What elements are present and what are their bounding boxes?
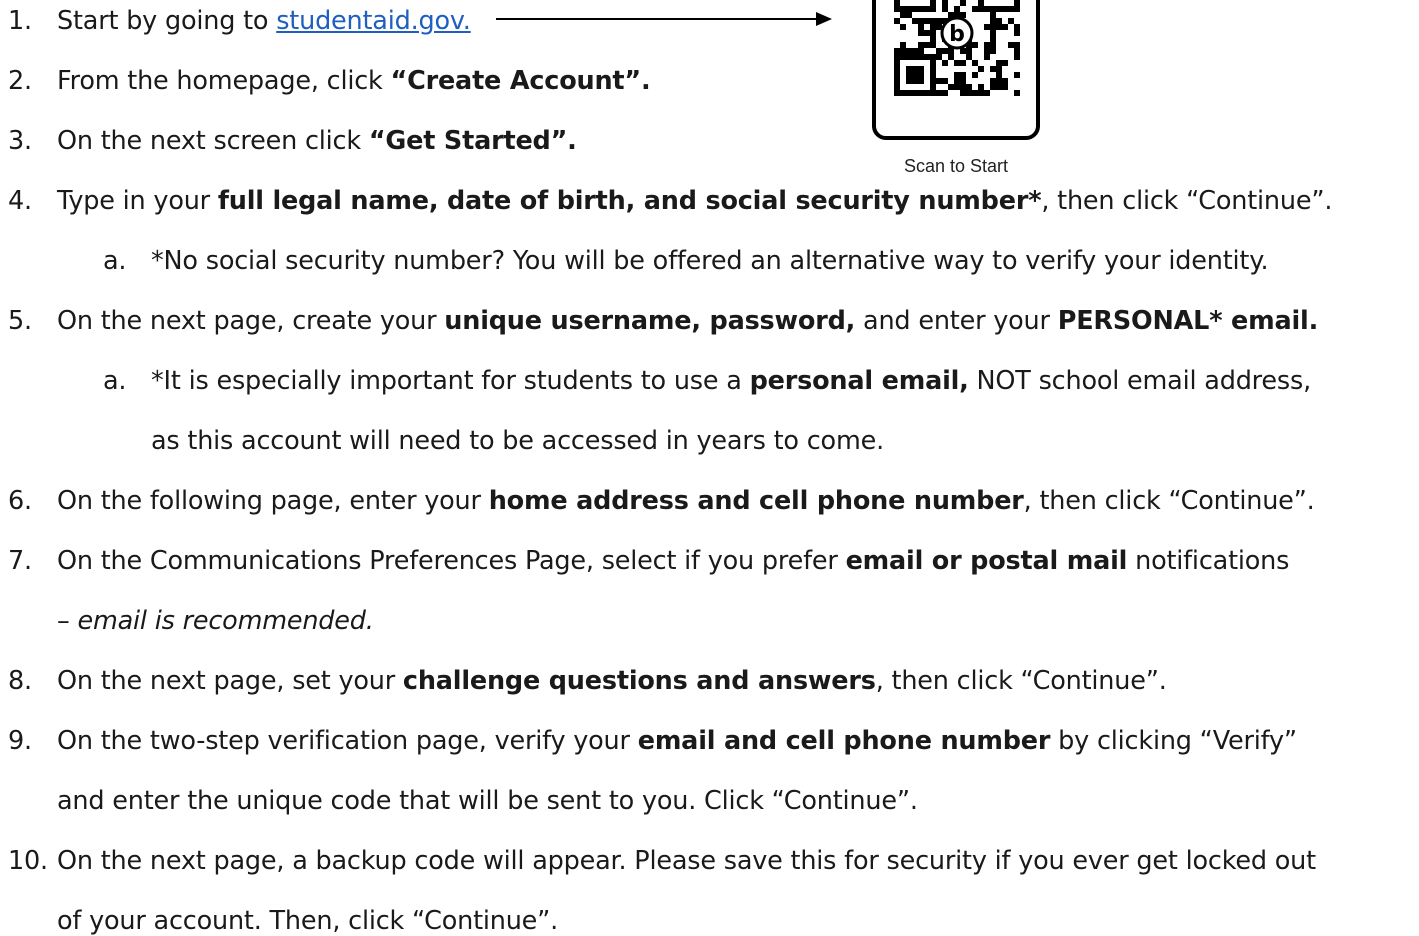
step-number: a. [103, 366, 127, 396]
plain-text: and enter your [855, 306, 1058, 336]
plain-text: On the Communications Preferences Page, … [57, 546, 846, 576]
plain-text: , then click “Continue”. [875, 666, 1167, 696]
emphasis-text: PERSONAL* email. [1057, 306, 1319, 336]
plain-text: Start by going to [57, 6, 277, 36]
plain-text: , then click “Continue”. [1023, 486, 1315, 516]
step-number: 4. [8, 186, 32, 216]
plain-text: , then click “Continue”. [1041, 186, 1333, 216]
step-number: a. [103, 246, 127, 276]
emphasis-text: “Create Account”. [390, 66, 651, 96]
svg-text:b: b [949, 22, 965, 47]
emphasis-text: email and cell phone number [637, 726, 1051, 756]
qr-code-icon: b [894, 0, 1020, 96]
step-text: On the next page, set your challenge que… [57, 661, 1167, 701]
emphasis-text: unique username, password, [444, 306, 856, 336]
arrow-right-icon [816, 12, 832, 26]
step-number: 1. [8, 6, 32, 36]
step-number: 9. [8, 726, 32, 756]
plain-text: – [57, 606, 78, 636]
italic-text: email is recommended. [77, 606, 374, 636]
plain-text: *No social security number? You will be … [151, 246, 1269, 276]
step-text: – email is recommended. [57, 601, 374, 641]
step-text: On the next page, create your unique use… [57, 301, 1318, 341]
plain-text: On the two-step verification page, verif… [57, 726, 638, 756]
step-text: as this account will need to be accessed… [151, 421, 884, 461]
plain-text: From the homepage, click [57, 66, 391, 96]
step-text: *No social security number? You will be … [151, 241, 1269, 281]
plain-text: On the following page, enter your [57, 486, 489, 516]
qr-caption: Scan to Start [903, 156, 1009, 176]
step-number: 8. [8, 666, 32, 696]
plain-text: On the next page, set your [57, 666, 403, 696]
plain-text: *It is especially important for students… [151, 366, 750, 396]
step-number: 7. [8, 546, 32, 576]
step-text: On the following page, enter your home a… [57, 481, 1315, 521]
emphasis-text: “Get Started”. [368, 126, 577, 156]
plain-text: Type in your [57, 186, 218, 216]
qr-code: b [872, 0, 1040, 140]
step-number: 5. [8, 306, 32, 336]
step-number: 6. [8, 486, 32, 516]
step-number: 3. [8, 126, 32, 156]
emphasis-text: challenge questions and answers [402, 666, 876, 696]
step-text: and enter the unique code that will be s… [57, 781, 918, 821]
step-text: Type in your full legal name, date of bi… [57, 181, 1332, 221]
plain-text: On the next page, a backup code will app… [57, 846, 1316, 876]
step-number: 2. [8, 66, 32, 96]
plain-text: NOT school email address, [968, 366, 1312, 396]
step-text: *It is especially important for students… [151, 361, 1311, 401]
step-text: On the next screen click “Get Started”. [57, 121, 577, 161]
step-text: of your account. Then, click “Continue”. [57, 901, 558, 936]
emphasis-text: home address and cell phone number [488, 486, 1024, 516]
step-text: On the Communications Preferences Page, … [57, 541, 1289, 581]
plain-text: notifications [1127, 546, 1290, 576]
plain-text: On the next screen click [57, 126, 369, 156]
step-text: On the next page, a backup code will app… [57, 841, 1316, 881]
emphasis-text: email or postal mail [845, 546, 1128, 576]
plain-text: of your account. Then, click “Continue”. [57, 906, 559, 936]
plain-text: On the next page, create your [57, 306, 445, 336]
studentaid-link[interactable]: studentaid.gov. [276, 6, 471, 36]
plain-text: as this account will need to be accessed… [151, 426, 884, 456]
plain-text: and enter the unique code that will be s… [57, 786, 918, 816]
emphasis-text: personal email, [749, 366, 969, 396]
arrow-line [496, 18, 818, 20]
step-text: From the homepage, click “Create Account… [57, 61, 651, 101]
step-number: 10. [8, 846, 48, 876]
step-text: On the two-step verification page, verif… [57, 721, 1297, 761]
emphasis-text: full legal name, date of birth, and soci… [217, 186, 1042, 216]
plain-text: by clicking “Verify” [1050, 726, 1297, 756]
step-text: Start by going to studentaid.gov. [57, 1, 471, 41]
